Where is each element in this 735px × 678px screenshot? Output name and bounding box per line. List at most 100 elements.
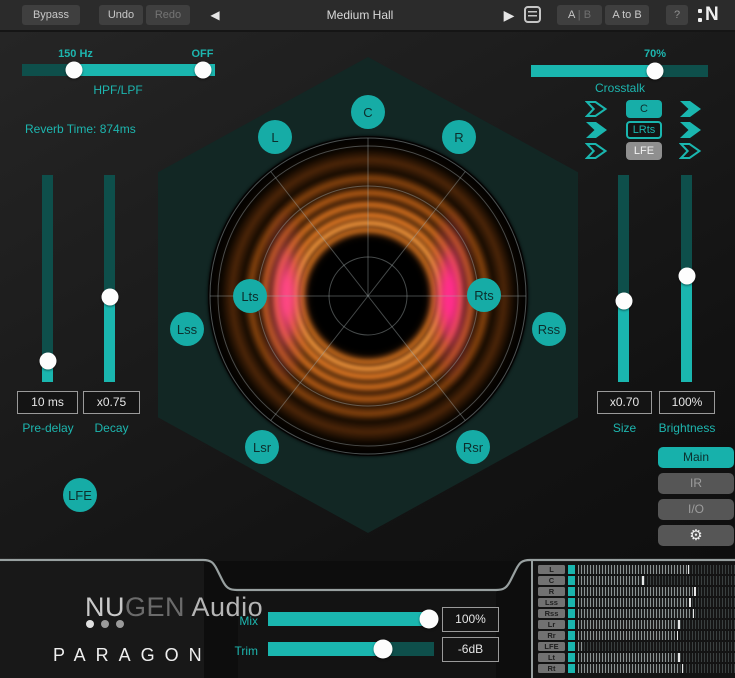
decay-value[interactable]: x0.75 — [83, 391, 140, 414]
bypass-button[interactable]: Bypass — [22, 5, 80, 25]
meter-track — [578, 598, 735, 607]
hpf-lpf-label: HPF/LPF — [68, 83, 168, 97]
routing-button-lrts[interactable]: LRts — [626, 121, 662, 139]
meter-track — [578, 587, 735, 596]
trim-handle[interactable] — [373, 640, 392, 659]
pre-delay-value[interactable]: 10 ms — [17, 391, 78, 414]
ab-separator: | — [578, 9, 581, 21]
meter-input-segment — [568, 664, 575, 673]
meter-peak-marker — [694, 587, 696, 596]
pre-delay-handle[interactable] — [39, 353, 56, 370]
channel-node-c[interactable]: C — [351, 95, 385, 129]
routing-button-c[interactable]: C — [626, 100, 662, 118]
a-to-b-button[interactable]: A to B — [605, 5, 649, 25]
channel-node-rss[interactable]: Rss — [532, 312, 566, 346]
tab-ir[interactable]: IR — [658, 473, 734, 494]
brightness-label: Brightness — [652, 421, 722, 435]
channel-node-l[interactable]: L — [258, 120, 292, 154]
channel-node-lfe[interactable]: LFE — [63, 478, 97, 512]
right-chevron-icon[interactable] — [679, 121, 703, 139]
previous-preset-icon[interactable]: ◀ — [205, 5, 225, 25]
meter-label: L — [538, 565, 565, 574]
trim-slider[interactable] — [268, 642, 434, 656]
meter-level — [578, 642, 583, 651]
tab-main[interactable]: Main — [658, 447, 734, 468]
meter-level — [578, 631, 675, 640]
hpf-handle[interactable] — [66, 62, 83, 79]
mix-slider[interactable] — [268, 612, 434, 626]
decay-slider[interactable] — [104, 175, 115, 382]
list-lines-icon — [528, 11, 537, 20]
titlebar: Bypass Undo Redo ◀ Medium Hall ▶ A | B A… — [0, 0, 735, 32]
meter-peak-marker — [678, 620, 680, 629]
next-preset-icon[interactable]: ▶ — [499, 5, 519, 25]
channel-node-lsr[interactable]: Lsr — [245, 430, 279, 464]
meter-level — [578, 587, 693, 596]
meter-row-lss: Lss — [538, 598, 735, 607]
meter-track — [578, 664, 735, 673]
brightness-handle[interactable] — [678, 268, 695, 285]
crosstalk-value: 70% — [625, 48, 685, 60]
meter-input-segment — [568, 598, 575, 607]
help-button[interactable]: ? — [666, 5, 688, 25]
size-slider[interactable] — [618, 175, 629, 382]
meter-peak-marker — [642, 576, 644, 585]
meter-input-segment — [568, 609, 575, 618]
redo-button[interactable]: Redo — [146, 5, 190, 25]
meter-row-lfe: LFE — [538, 642, 735, 651]
meter-level — [578, 609, 691, 618]
channel-node-r[interactable]: R — [442, 120, 476, 154]
preset-name[interactable]: Medium Hall — [280, 0, 440, 30]
brightness-value[interactable]: 100% — [659, 391, 715, 414]
channel-node-lts[interactable]: Lts — [233, 279, 267, 313]
decay-handle[interactable] — [101, 289, 118, 306]
meter-track — [578, 653, 735, 662]
tab-io[interactable]: I/O — [658, 499, 734, 520]
channel-node-rts[interactable]: Rts — [467, 278, 501, 312]
hpf-lpf-slider[interactable] — [22, 64, 215, 76]
meter-row-rt: Rt — [538, 664, 735, 673]
brightness-fill — [681, 276, 692, 382]
meter-input-segment — [568, 653, 575, 662]
mix-handle[interactable] — [420, 610, 439, 629]
left-chevron-icon[interactable] — [585, 142, 609, 160]
ab-compare-button[interactable]: A | B — [557, 5, 602, 25]
trim-fill — [268, 642, 383, 656]
channel-node-rsr[interactable]: Rsr — [456, 430, 490, 464]
meter-row-lt: Lt — [538, 653, 735, 662]
reverb-time-readout: Reverb Time: 874ms — [25, 122, 136, 136]
pre-delay-slider[interactable] — [42, 175, 53, 382]
channel-node-lss[interactable]: Lss — [170, 312, 204, 346]
mix-label: Mix — [228, 614, 258, 628]
left-chevron-icon[interactable] — [585, 121, 609, 139]
brand-nu: NU — [85, 592, 125, 622]
meter-label: Lr — [538, 620, 565, 629]
meter-row-c: C — [538, 576, 735, 585]
pre-delay-label: Pre-delay — [13, 421, 83, 435]
right-chevron-icon[interactable] — [679, 100, 703, 118]
crosstalk-handle[interactable] — [646, 63, 663, 80]
routing-button-lfe[interactable]: LFE — [626, 142, 662, 160]
preset-list-icon[interactable] — [524, 6, 541, 23]
lpf-handle[interactable] — [195, 62, 212, 79]
routing-row-lrts: LRts — [585, 121, 703, 139]
brand-dot — [101, 620, 109, 628]
brightness-slider[interactable] — [681, 175, 692, 382]
right-chevron-icon[interactable] — [679, 142, 703, 160]
meter-peak-marker — [688, 565, 690, 574]
undo-button[interactable]: Undo — [99, 5, 143, 25]
meter-row-rss: Rss — [538, 609, 735, 618]
settings-button[interactable]: ⚙ — [658, 525, 734, 546]
trim-value[interactable]: -6dB — [442, 637, 499, 662]
meter-peak-marker — [682, 664, 684, 673]
meter-input-segment — [568, 565, 575, 574]
mix-value[interactable]: 100% — [442, 607, 499, 632]
left-chevron-icon[interactable] — [585, 100, 609, 118]
brand-dot — [86, 620, 94, 628]
size-handle[interactable] — [615, 293, 632, 310]
meter-label: Rt — [538, 664, 565, 673]
size-value[interactable]: x0.70 — [597, 391, 652, 414]
meter-track — [578, 565, 735, 574]
crosstalk-slider[interactable] — [531, 65, 708, 77]
meter-track — [578, 642, 735, 651]
